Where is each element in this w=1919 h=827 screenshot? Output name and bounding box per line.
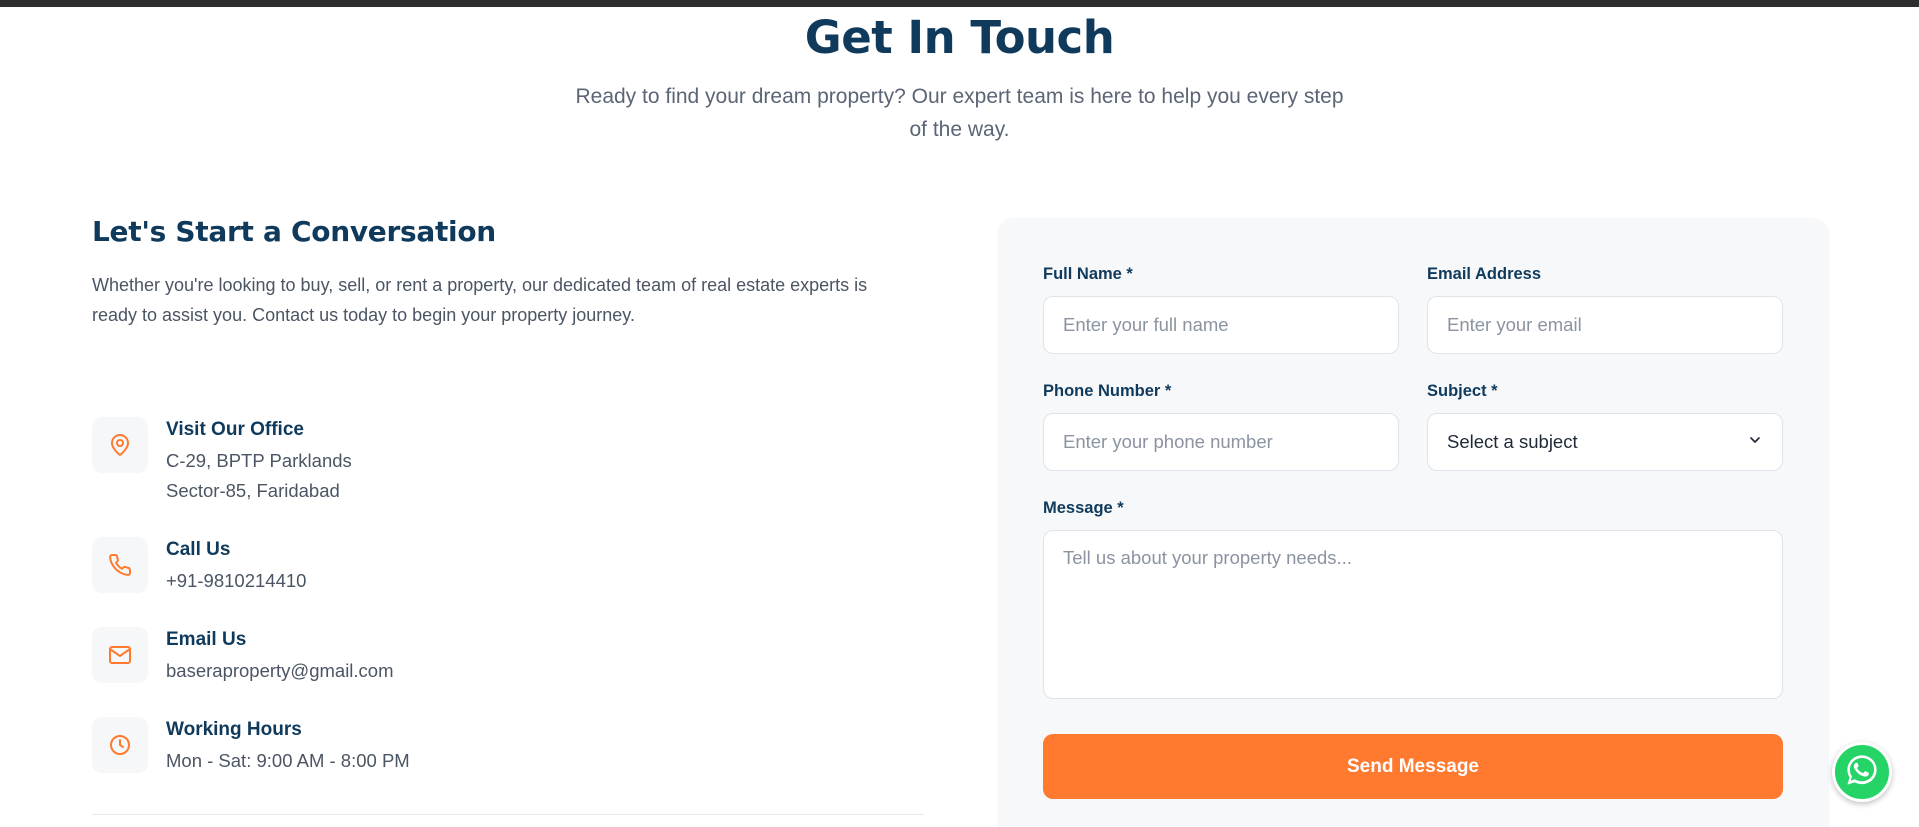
message-textarea[interactable]: Tell us about your property needs... (1043, 530, 1783, 699)
section-divider (92, 814, 924, 815)
whatsapp-button[interactable] (1832, 742, 1892, 802)
full-name-input[interactable]: Enter your full name (1043, 296, 1399, 354)
page-subtitle: Ready to find your dream property? Our e… (575, 85, 1344, 141)
info-call: Call Us +91-9810214410 (92, 537, 306, 596)
contact-intro: Whether you're looking to buy, sell, or … (92, 275, 868, 325)
whatsapp-icon (1844, 752, 1880, 793)
info-hours-title: Working Hours (166, 719, 302, 740)
info-office: Visit Our Office C-29, BPTP Parklands Se… (92, 417, 352, 506)
phone-label: Phone Number * (1043, 382, 1172, 400)
chevron-down-icon (1747, 431, 1763, 453)
subject-label: Subject * (1427, 382, 1498, 400)
map-pin-icon (92, 417, 148, 473)
info-email-title: Email Us (166, 629, 247, 650)
phone-input[interactable]: Enter your phone number (1043, 413, 1399, 471)
contact-form: Full Name * Enter your full name Email A… (997, 218, 1829, 827)
phone-icon (92, 537, 148, 593)
top-bar (0, 0, 1919, 7)
mail-icon (92, 627, 148, 683)
email-link[interactable]: baseraproperty@gmail.com (166, 656, 394, 686)
info-email: Email Us baseraproperty@gmail.com (92, 627, 394, 686)
info-office-title: Visit Our Office (166, 419, 304, 440)
email-input[interactable]: Enter your email (1427, 296, 1783, 354)
info-hours-line: Mon - Sat: 9:00 AM - 8:00 PM (166, 750, 410, 771)
info-hours: Working Hours Mon - Sat: 9:00 AM - 8:00 … (92, 717, 410, 776)
page-title: Get In Touch (804, 11, 1115, 64)
message-label: Message * (1043, 499, 1124, 517)
phone-number-link[interactable]: +91-9810214410 (166, 566, 306, 596)
send-message-button[interactable]: Send Message (1043, 734, 1783, 799)
contact-heading: Let's Start a Conversation (92, 215, 496, 248)
info-office-line-2: Sector-85, Faridabad (166, 480, 340, 501)
subject-select[interactable]: Select a subject (1427, 413, 1783, 471)
info-office-line-1: C-29, BPTP Parklands (166, 450, 352, 471)
hero-section: Get In Touch Ready to find your dream pr… (0, 7, 1919, 146)
contact-info-section: Let's Start a Conversation Whether you'r… (92, 215, 924, 773)
clock-icon (92, 717, 148, 773)
email-label: Email Address (1427, 265, 1542, 283)
subject-select-value: Select a subject (1447, 431, 1578, 452)
full-name-label: Full Name * (1043, 265, 1133, 283)
info-call-title: Call Us (166, 539, 231, 560)
